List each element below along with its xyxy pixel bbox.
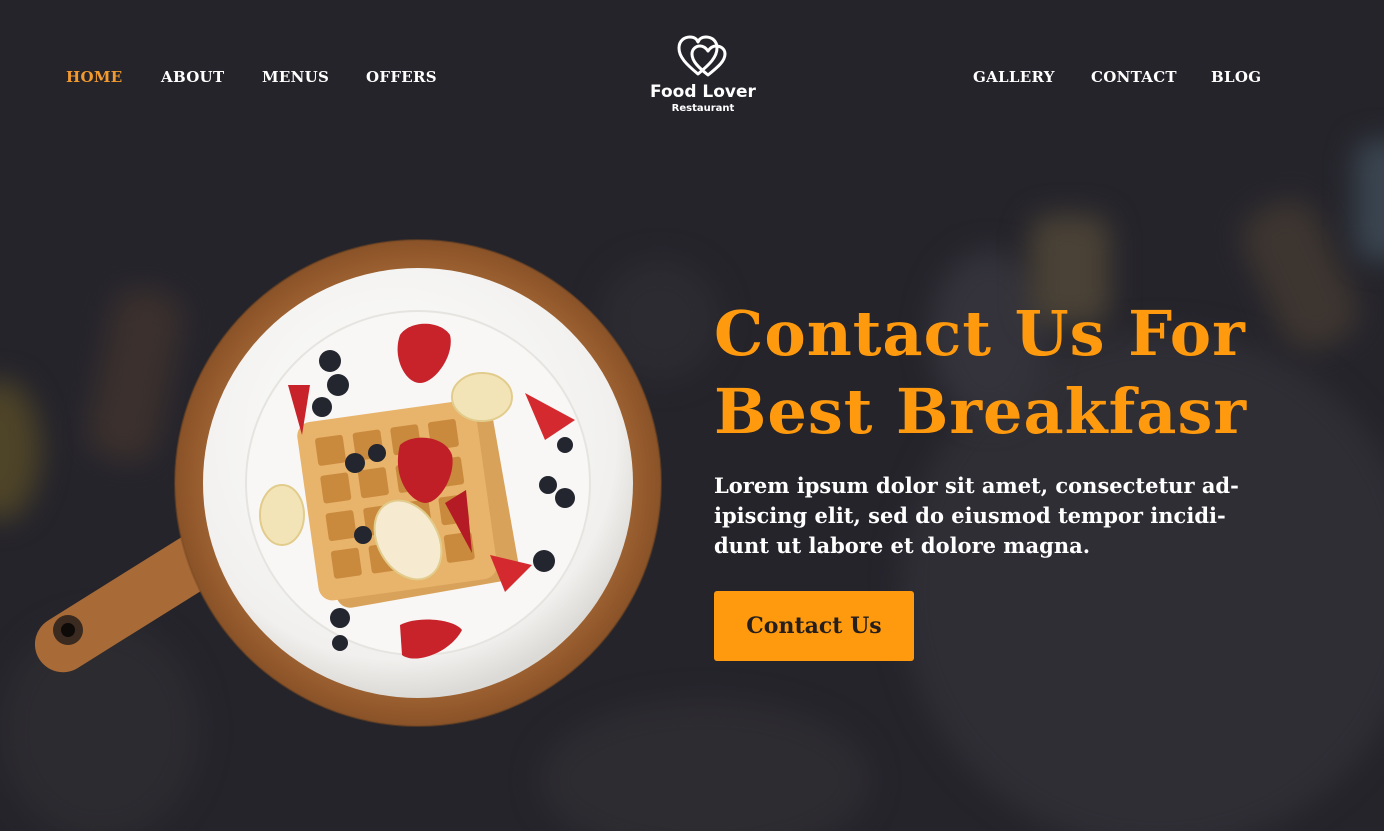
hero-title: Contact Us For Best Breakfasr — [714, 295, 1274, 451]
hero-description: Lorem ipsum dolor sit amet, consectetur … — [714, 471, 1254, 561]
contact-us-button[interactable]: Contact Us — [714, 591, 914, 661]
hero-title-line: Best Breakfasr — [714, 375, 1248, 448]
nav-link-about[interactable]: ABOUT — [161, 68, 224, 86]
nav-link-blog[interactable]: BLOG — [1211, 68, 1261, 86]
double-heart-icon — [677, 35, 727, 77]
nav-link-contact[interactable]: CONTACT — [1091, 68, 1177, 86]
nav-link-menus[interactable]: MENUS — [262, 68, 329, 86]
hero-description-line: ipiscing elit, sed do eiusmod tempor inc… — [714, 503, 1226, 528]
nav-link-home[interactable]: HOME — [66, 68, 122, 86]
waffle-plate-image — [34, 239, 662, 727]
logo-name: Food Lover — [650, 82, 756, 102]
hero-description-line: Lorem ipsum dolor sit amet, consectetur … — [714, 473, 1239, 498]
nav-link-gallery[interactable]: GALLERY — [973, 68, 1055, 86]
site-logo[interactable]: Food Lover Restaurant — [640, 34, 766, 114]
nav-link-offers[interactable]: OFFERS — [366, 68, 437, 86]
hero-description-line: dunt ut labore et dolore magna. — [714, 533, 1091, 558]
hero-title-line: Contact Us For — [714, 297, 1246, 370]
logo-subtitle: Restaurant — [671, 103, 735, 114]
